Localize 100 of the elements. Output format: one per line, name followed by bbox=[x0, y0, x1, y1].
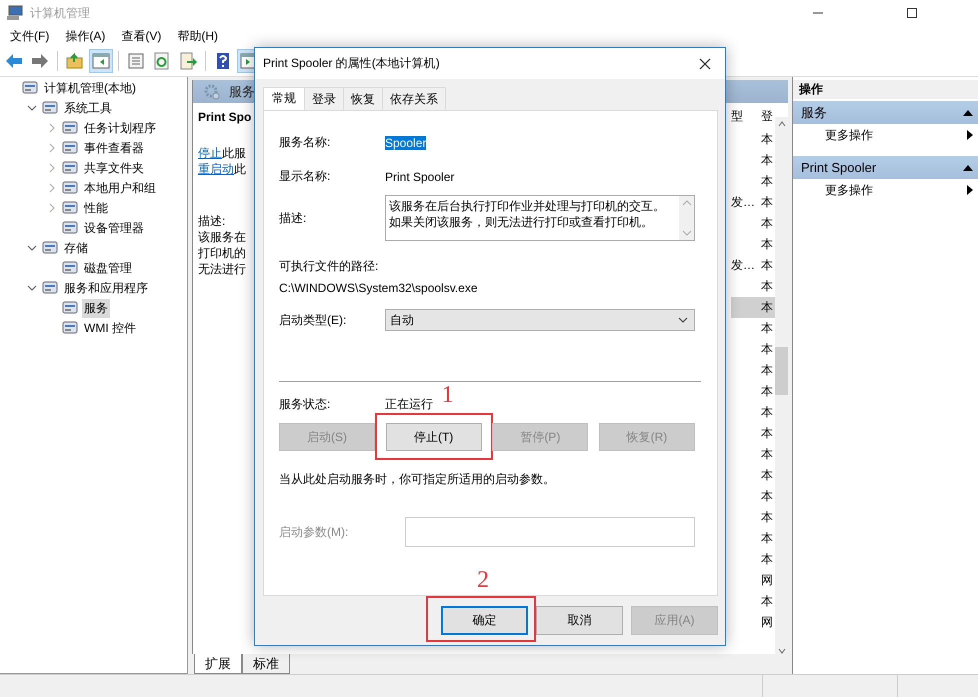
list-row[interactable]: 本 bbox=[731, 171, 775, 192]
list-row[interactable]: 本 bbox=[731, 402, 775, 423]
tree-item[interactable]: 本地用户和组 bbox=[82, 178, 158, 198]
list-row[interactable]: 本 bbox=[731, 423, 775, 444]
chevron-right-icon[interactable] bbox=[48, 163, 56, 173]
gear-icon bbox=[203, 82, 221, 100]
chevron-right-icon[interactable] bbox=[48, 143, 56, 153]
close-icon bbox=[699, 58, 711, 70]
action-group-header[interactable]: 服务 bbox=[793, 101, 978, 124]
service-button[interactable]: 停止(T) bbox=[386, 423, 482, 451]
service-link[interactable]: 重启动 bbox=[198, 162, 234, 176]
table-cell: 本 bbox=[761, 384, 773, 398]
tree-item[interactable]: 共享文件夹 bbox=[82, 158, 146, 178]
chevron-down-icon[interactable] bbox=[27, 244, 37, 252]
tree-item[interactable]: 性能 bbox=[82, 198, 110, 218]
list-row[interactable]: 本 bbox=[731, 486, 775, 507]
action-group-header[interactable]: Print Spooler bbox=[793, 156, 978, 179]
tree-item[interactable]: 任务计划程序 bbox=[82, 118, 158, 138]
tree-item[interactable]: 计算机管理(本地) bbox=[42, 78, 138, 98]
service-link[interactable]: 停止 bbox=[198, 146, 222, 160]
dialog-tab[interactable]: 依存关系 bbox=[382, 87, 446, 110]
view-tab[interactable]: 标准 bbox=[242, 654, 290, 674]
chevron-down-icon[interactable] bbox=[27, 284, 37, 292]
tree-item[interactable]: 系统工具 bbox=[62, 98, 114, 118]
field-label: 服务名称: bbox=[279, 134, 332, 151]
node-icon bbox=[62, 120, 78, 136]
tree-item[interactable]: 设备管理器 bbox=[82, 218, 146, 238]
table-cell: 本 bbox=[761, 321, 773, 335]
chevron-right-icon[interactable] bbox=[48, 123, 56, 133]
list-row[interactable]: 本 bbox=[731, 465, 775, 486]
tree-item[interactable]: 服务 bbox=[82, 298, 110, 318]
menu-item[interactable]: 帮助(H) bbox=[169, 28, 226, 44]
submenu-arrow-icon bbox=[967, 130, 973, 140]
node-icon bbox=[62, 200, 78, 216]
node-icon bbox=[42, 100, 58, 116]
window-title: 计算机管理 bbox=[30, 4, 90, 22]
column-header[interactable]: 型 bbox=[731, 108, 761, 124]
chevron-right-icon[interactable] bbox=[48, 203, 56, 213]
list-row[interactable]: 本 bbox=[731, 129, 775, 150]
list-row[interactable]: 本 bbox=[731, 591, 775, 612]
list-row[interactable]: 本 bbox=[731, 213, 775, 234]
link-text: 此 bbox=[234, 162, 246, 176]
list-row[interactable]: 本 bbox=[731, 528, 775, 549]
table-cell: 本 bbox=[761, 447, 773, 461]
column-header[interactable]: 登 bbox=[761, 108, 775, 124]
list-row[interactable]: 本 bbox=[731, 234, 775, 255]
list-row[interactable]: 网 bbox=[731, 612, 775, 633]
table-cell: 本 bbox=[761, 342, 773, 356]
dialog-button[interactable]: 取消 bbox=[536, 606, 623, 635]
menu-item[interactable]: 操作(A) bbox=[57, 28, 114, 44]
list-row[interactable]: 本 bbox=[731, 444, 775, 465]
executable-path: C:\WINDOWS\System32\spoolsv.exe bbox=[279, 281, 478, 295]
description-text: 该服务在后台执行打印作业并处理与打印机的交互。如果关闭该服务，则无法进行打印或查看打印机。 bbox=[388, 198, 666, 231]
list-row[interactable]: 网 bbox=[731, 570, 775, 591]
list-row[interactable]: 本 bbox=[731, 150, 775, 171]
list-row[interactable]: 本 bbox=[731, 381, 775, 402]
scrollbar-thumb[interactable] bbox=[775, 347, 788, 395]
table-cell: 本 bbox=[761, 405, 773, 419]
chevron-down-icon[interactable] bbox=[27, 104, 37, 112]
action-item[interactable]: 更多操作 bbox=[793, 179, 978, 201]
list-row[interactable]: 本 bbox=[731, 276, 775, 297]
tree-item[interactable]: 服务和应用程序 bbox=[62, 278, 150, 298]
startup-type-dropdown[interactable]: 自动 bbox=[385, 309, 695, 331]
menu-item[interactable]: 查看(V) bbox=[113, 28, 170, 44]
action-label: 更多操作 bbox=[825, 182, 873, 198]
list-row[interactable]: 发… 本 bbox=[731, 255, 775, 276]
dialog-button[interactable]: 确定 bbox=[441, 606, 528, 635]
tree-toggle-tool-icon[interactable] bbox=[89, 49, 113, 73]
dialog-tab[interactable]: 常规 bbox=[263, 87, 305, 110]
node-icon bbox=[62, 220, 78, 236]
list-row[interactable]: 本 bbox=[731, 339, 775, 360]
collapse-icon bbox=[963, 164, 973, 171]
view-tab[interactable]: 扩展 bbox=[194, 654, 242, 674]
list-row[interactable]: 本 bbox=[731, 507, 775, 528]
list-row[interactable]: 本 bbox=[731, 549, 775, 570]
description-text: 该服务在 bbox=[198, 229, 247, 245]
field-label: 显示名称: bbox=[279, 168, 332, 185]
scroll-up-icon[interactable] bbox=[778, 121, 786, 127]
list-row[interactable]: 本 bbox=[731, 318, 775, 339]
list-row[interactable]: 发… 本 bbox=[731, 192, 775, 213]
list-row[interactable]: 本 bbox=[731, 360, 775, 381]
actions-header: 操作 bbox=[793, 80, 978, 99]
scroll-down-icon[interactable] bbox=[778, 648, 786, 654]
tree-item[interactable]: 事件查看器 bbox=[82, 138, 146, 158]
table-cell: 本 bbox=[761, 468, 773, 482]
chevron-right-icon[interactable] bbox=[48, 183, 56, 193]
submenu-arrow-icon bbox=[967, 185, 973, 195]
tree-item[interactable]: WMI 控件 bbox=[82, 318, 138, 338]
table-cell: 发… bbox=[731, 195, 755, 209]
action-item[interactable]: 更多操作 bbox=[793, 124, 978, 146]
tree-item[interactable]: 存储 bbox=[62, 238, 90, 258]
menu-item[interactable]: 文件(F) bbox=[2, 28, 58, 44]
table-cell: 本 bbox=[761, 489, 773, 503]
node-icon bbox=[42, 240, 58, 256]
annotation-number: 1 bbox=[442, 383, 454, 407]
tree-item[interactable]: 磁盘管理 bbox=[82, 258, 134, 278]
node-icon bbox=[62, 140, 78, 156]
description-label: 描述: bbox=[198, 213, 226, 229]
table-cell: 本 bbox=[761, 531, 773, 545]
list-row[interactable]: 本 bbox=[731, 297, 775, 318]
